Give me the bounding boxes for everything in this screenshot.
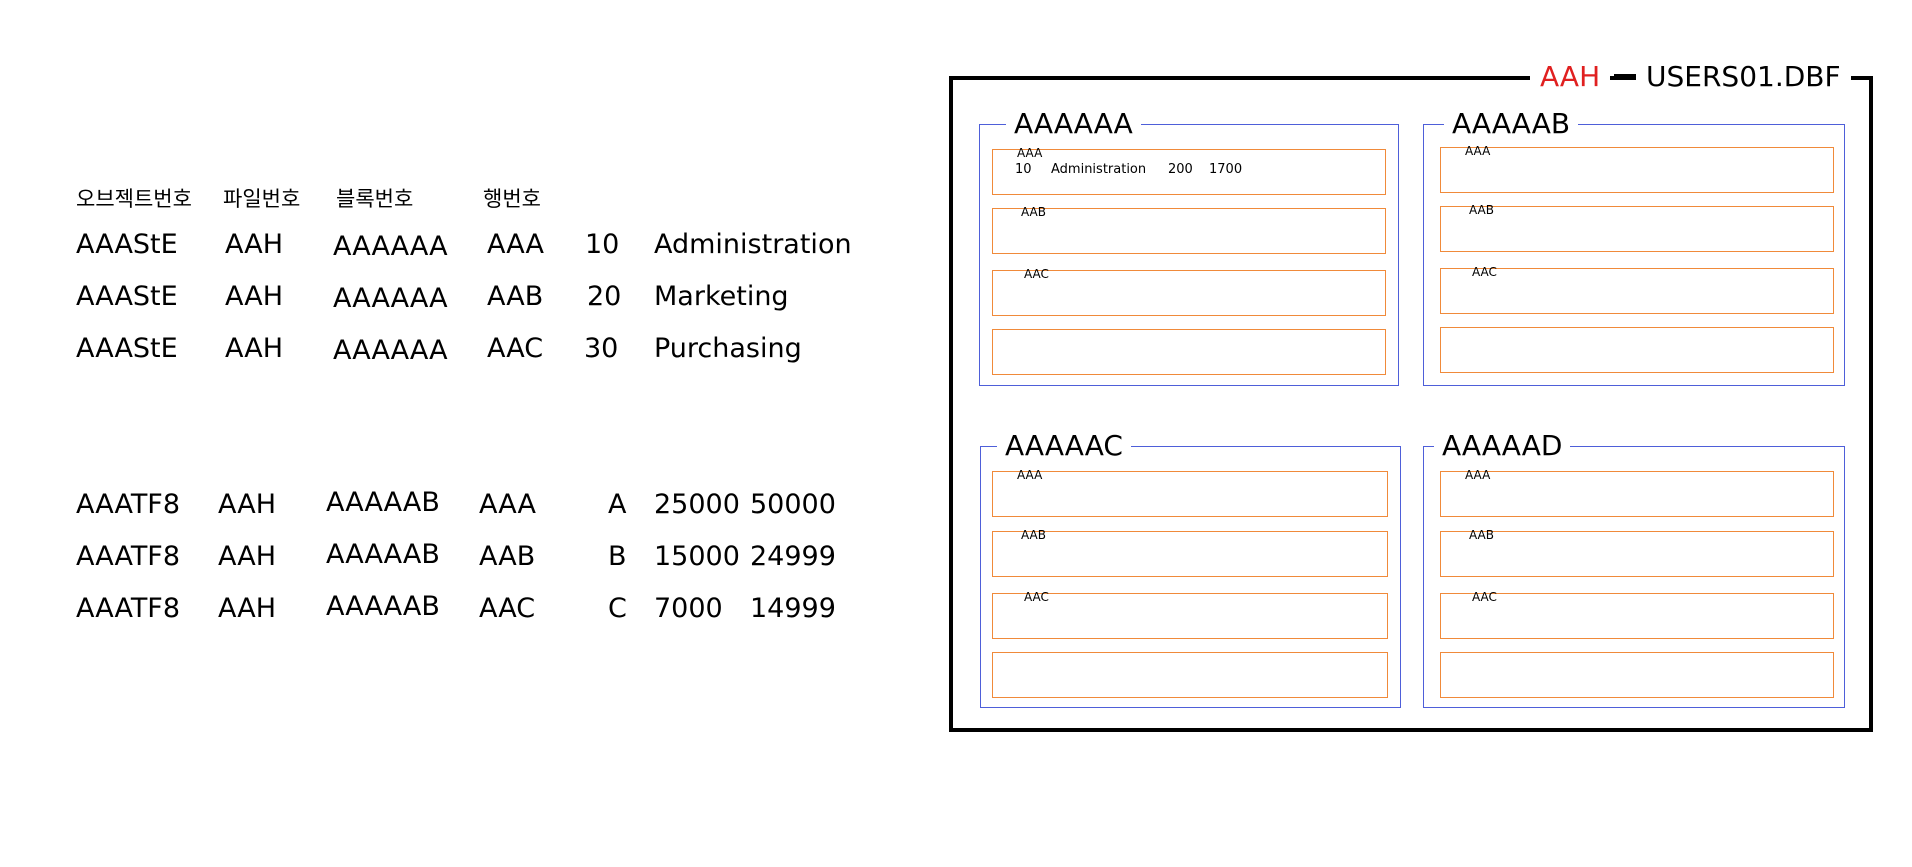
grade-row-low: 25000 [654, 489, 740, 520]
dept-row-file: AAH [225, 229, 283, 260]
dept-row-file: AAH [225, 281, 283, 312]
row-slot: AAB [1440, 203, 1834, 252]
dept-row-dname: Administration [654, 229, 852, 260]
row-slot-empty [1440, 652, 1834, 698]
legend-separator [1614, 74, 1636, 78]
row-slot: AAA [992, 468, 1388, 517]
dept-row-rownum: AAC [487, 333, 544, 364]
block-label: AAAAAA [1006, 107, 1141, 141]
row-label: AAC [1024, 267, 1049, 281]
grade-row-block: AAAAAB [326, 539, 440, 570]
grade-row-grade: B [608, 541, 627, 572]
row-label: AAA [1465, 468, 1491, 482]
datafile-name: USERS01.DBF [1646, 59, 1841, 93]
grade-row-file: AAH [218, 541, 276, 572]
row-data-dname: Administration [1051, 162, 1147, 177]
row-slot-empty [992, 652, 1388, 698]
grade-row-rownum: AAC [479, 593, 536, 624]
datafile-file-id-legend: AAH [1530, 59, 1611, 93]
dept-row-object: AAAStE [76, 281, 178, 312]
dept-row-dname: Purchasing [654, 333, 802, 364]
row-label: AAB [1469, 528, 1494, 542]
row-slot-empty [1440, 327, 1834, 373]
row-label: AAB [1021, 205, 1046, 219]
row-slot: AAC [1440, 265, 1834, 314]
row-slot: AAB [1440, 528, 1834, 577]
row-label: AAC [1472, 590, 1497, 604]
row-label: AAB [1469, 203, 1494, 217]
row-slot: AAB [992, 528, 1388, 577]
datafile-frame: AAAAAA AAA 10 Administration 200 1700 AA… [949, 76, 1873, 732]
datafile-name-legend: USERS01.DBF [1636, 59, 1851, 93]
dept-row-object: AAAStE [76, 333, 178, 364]
grade-row-high: 50000 [750, 489, 836, 520]
row-label: AAB [1021, 528, 1046, 542]
dept-row-deptno: 20 [587, 281, 622, 312]
row-slot: AAC [992, 590, 1388, 639]
row-slot: AAA [1440, 468, 1834, 517]
dept-row-object: AAAStE [76, 229, 178, 260]
grade-row-block: AAAAAB [326, 487, 440, 518]
grade-row-high: 14999 [750, 593, 836, 624]
grade-row-rownum: AAB [479, 541, 536, 572]
dept-row-block: AAAAAA [333, 283, 448, 314]
grade-row-grade: A [608, 489, 627, 520]
block-label: AAAAAD [1434, 429, 1571, 463]
block-aaaaac: AAAAAC AAA AAB AAC [980, 429, 1401, 708]
dept-row-deptno: 30 [584, 333, 619, 364]
grade-row-file: AAH [218, 593, 276, 624]
dept-row-deptno: 10 [585, 229, 620, 260]
grade-row-object: AAATF8 [76, 489, 181, 520]
block-label: AAAAAC [997, 429, 1131, 463]
header-block-number: 블록번호 [336, 187, 414, 211]
block-aaaaab: AAAAAB AAA AAB AAC [1423, 107, 1845, 386]
row-slot: AAA [1440, 144, 1834, 193]
grade-row-object: AAATF8 [76, 593, 181, 624]
grade-row-file: AAH [218, 489, 276, 520]
block-aaaaaa: AAAAAA AAA 10 Administration 200 1700 AA… [979, 107, 1399, 386]
row-label: AAA [1017, 468, 1043, 482]
row-slot: AAB [992, 205, 1386, 254]
row-label: AAA [1017, 146, 1043, 160]
block-aaaaad: AAAAAD AAA AAB AAC [1423, 429, 1845, 708]
grade-row-low: 7000 [654, 593, 723, 624]
grade-row-high: 24999 [750, 541, 836, 572]
row-slot: AAC [1440, 590, 1834, 639]
dept-row-block: AAAAAA [333, 335, 448, 366]
header-row-number: 행번호 [483, 187, 541, 211]
grade-row-object: AAATF8 [76, 541, 181, 572]
header-object-number: 오브젝트번호 [76, 187, 192, 211]
grade-row-block: AAAAAB [326, 591, 440, 622]
grade-row-rownum: AAA [479, 489, 536, 520]
grade-row-low: 15000 [654, 541, 740, 572]
row-data-deptno: 10 [1015, 162, 1032, 177]
row-data-loc: 1700 [1209, 162, 1243, 177]
header-file-number: 파일번호 [223, 187, 301, 211]
block-label: AAAAAB [1444, 107, 1579, 141]
row-label: AAA [1465, 144, 1491, 158]
dept-row-rownum: AAB [487, 281, 544, 312]
dept-row-rownum: AAA [487, 229, 544, 260]
dept-row-file: AAH [225, 333, 283, 364]
grade-row-grade: C [608, 593, 627, 624]
dept-row-dname: Marketing [654, 281, 789, 312]
row-slot: AAC [992, 267, 1386, 316]
dept-row-block: AAAAAA [333, 231, 448, 262]
row-data-mgr: 200 [1168, 162, 1193, 177]
row-slot: AAA 10 Administration 200 1700 [992, 146, 1386, 195]
row-label: AAC [1024, 590, 1049, 604]
row-slot-empty [992, 329, 1386, 375]
datafile-file-id: AAH [1540, 59, 1601, 93]
row-label: AAC [1472, 265, 1497, 279]
